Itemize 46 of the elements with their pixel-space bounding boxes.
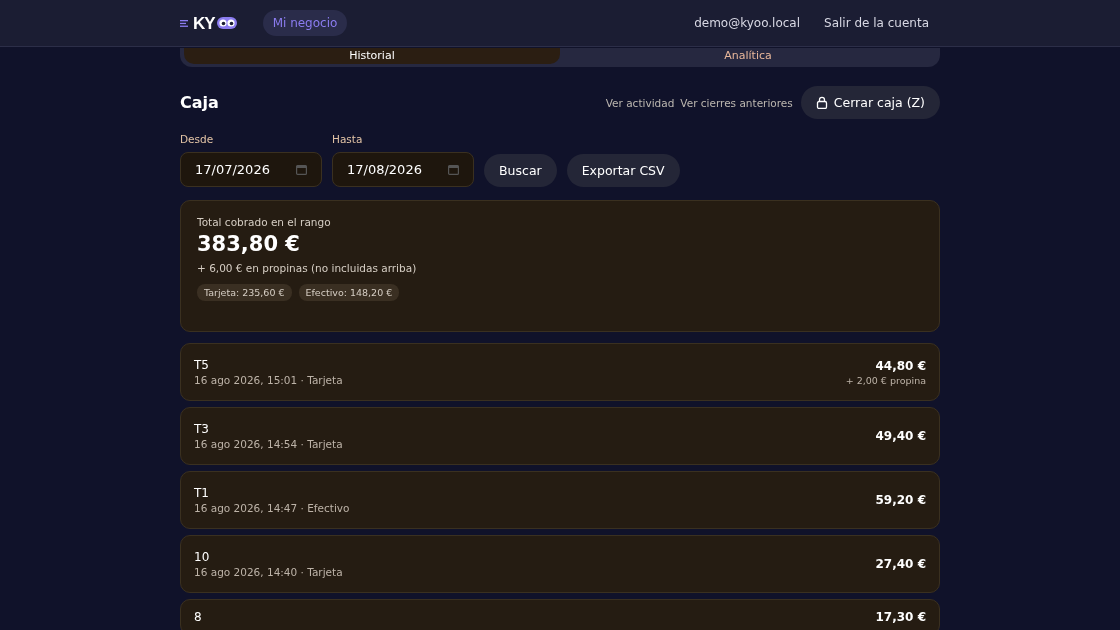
tips-note: + 6,00 € en propinas (no incluidas arriba): [197, 262, 418, 274]
payment-chip: Tarjeta: 235,60 €: [197, 284, 292, 301]
menu-icon[interactable]: [180, 19, 188, 27]
tab[interactable]: Historial: [184, 48, 560, 64]
table-name: 10: [194, 550, 211, 564]
field-label: Hasta: [332, 133, 364, 145]
logout-link[interactable]: Salir de la cuenta: [824, 16, 929, 30]
transaction-row[interactable]: 8 17,30 €: [180, 599, 940, 630]
table-name: T1: [194, 486, 210, 500]
transaction-row[interactable]: T5 16 ago 2026, 15:01 · Tarjeta 44,80 € + 2,00 € propina: [180, 343, 940, 401]
lock-icon: [815, 96, 828, 109]
date-field[interactable]: 17/07/2026: [180, 152, 322, 187]
date-field[interactable]: 17/08/2026: [332, 152, 474, 187]
transaction-amount: 49,40 €: [875, 429, 926, 443]
eyes-icon: [216, 17, 237, 29]
action-link[interactable]: Ver cierres anteriores: [680, 96, 793, 109]
table-name: T3: [194, 422, 210, 436]
filter-button[interactable]: Buscar: [484, 154, 557, 187]
total-amount: 383,80 €: [197, 232, 301, 256]
transaction-amount: 17,30 €: [875, 610, 926, 624]
transaction-row[interactable]: T1 16 ago 2026, 14:47 · Efectivo 59,20 €: [180, 471, 940, 529]
user-email: demo@kyoo.local: [694, 16, 801, 30]
logo-text: KY: [193, 14, 215, 32]
tip-note: + 2,00 € propina: [845, 374, 926, 386]
transaction-row[interactable]: 10 16 ago 2026, 14:40 · Tarjeta 27,40 €: [180, 535, 940, 593]
summary-label: Total cobrado en el rango: [197, 216, 332, 228]
filter-button[interactable]: Exportar CSV: [566, 154, 680, 187]
payment-chip: Efectivo: 148,20 €: [298, 284, 400, 301]
calendar-icon: [448, 164, 459, 175]
tab[interactable]: Analítica: [560, 48, 936, 64]
action-link[interactable]: Ver actividad: [605, 96, 675, 109]
transaction-meta: 16 ago 2026, 15:01 · Tarjeta: [194, 374, 343, 386]
transaction-meta: 16 ago 2026, 14:54 · Tarjeta: [194, 438, 343, 450]
field-label: Desde: [180, 133, 215, 145]
transaction-amount: 44,80 €: [875, 358, 926, 373]
table-name: 8: [194, 610, 202, 624]
table-name: T5: [194, 358, 210, 372]
page-title: Caja: [180, 93, 219, 112]
close-register-button[interactable]: Cerrar caja (Z): [800, 86, 940, 119]
transaction-meta: 16 ago 2026, 14:47 · Efectivo: [194, 502, 350, 514]
transaction-amount: 59,20 €: [875, 493, 926, 507]
transaction-row[interactable]: T3 16 ago 2026, 14:54 · Tarjeta 49,40 €: [180, 407, 940, 465]
calendar-icon: [296, 164, 307, 175]
nav-link[interactable]: Mi negocio: [262, 10, 348, 36]
transaction-meta: 16 ago 2026, 14:40 · Tarjeta: [194, 566, 343, 578]
transaction-amount: 27,40 €: [875, 557, 926, 571]
